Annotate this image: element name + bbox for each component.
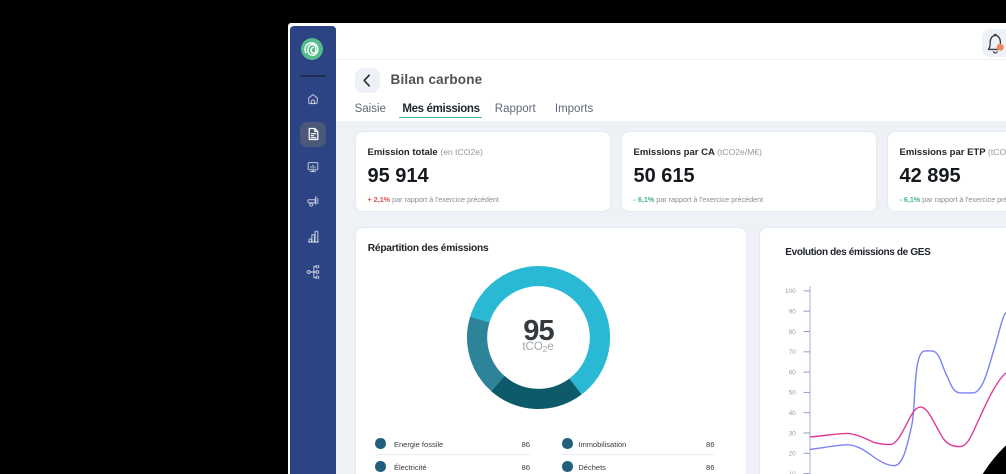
svg-text:50: 50 bbox=[789, 389, 797, 396]
svg-text:20: 20 bbox=[789, 450, 797, 457]
svg-text:70: 70 bbox=[789, 349, 797, 356]
svg-text:100: 100 bbox=[785, 288, 796, 295]
svg-text:30: 30 bbox=[789, 430, 797, 437]
svg-text:40: 40 bbox=[789, 410, 797, 417]
svg-text:10: 10 bbox=[789, 470, 797, 474]
svg-text:90: 90 bbox=[789, 308, 797, 315]
svg-text:80: 80 bbox=[789, 328, 797, 335]
svg-text:60: 60 bbox=[789, 369, 797, 376]
